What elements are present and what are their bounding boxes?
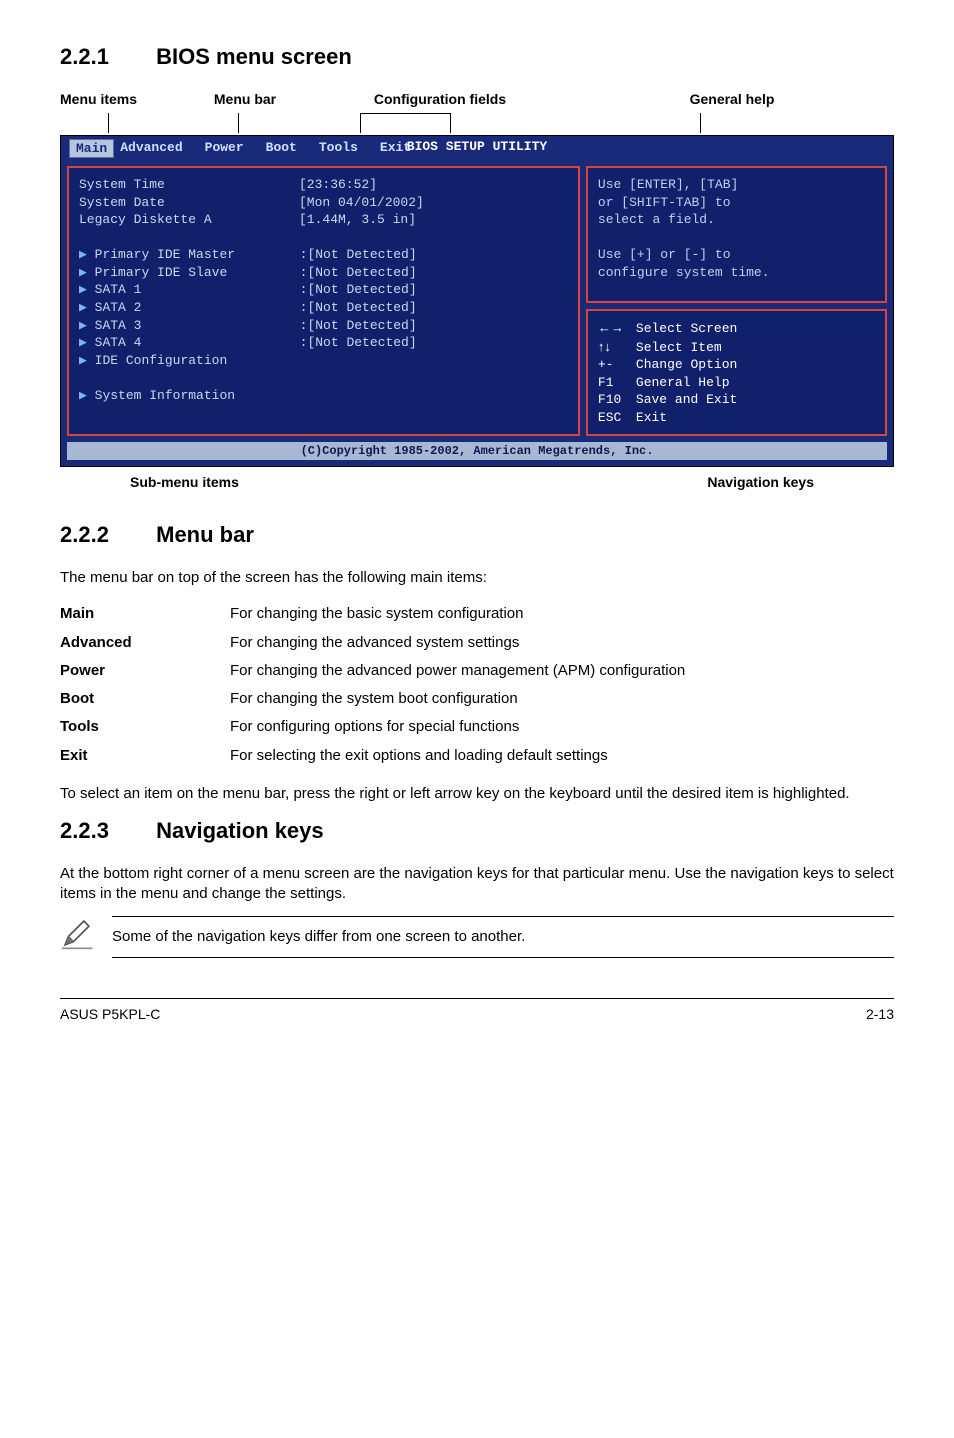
menubar-tail: To select an item on the menu bar, press… [60, 784, 894, 804]
menu-definitions: MainFor changing the basic system config… [60, 600, 894, 770]
row-sata2[interactable]: ▶ SATA 2:[Not Detected] [79, 300, 417, 315]
tab-power[interactable]: Power [199, 139, 260, 159]
section-num: 2.2.1 [60, 42, 150, 72]
bios-nav-panel: ←→Select Screen ↑↓Select Item +-Change O… [586, 309, 887, 436]
table-row: MainFor changing the basic system config… [60, 600, 894, 628]
section-title: BIOS menu screen [156, 44, 352, 69]
tab-boot[interactable]: Boot [260, 139, 313, 159]
row-sysdate[interactable]: System Date[Mon 04/01/2002] [79, 195, 424, 210]
table-row: ToolsFor configuring options for special… [60, 713, 894, 741]
note-row: Some of the navigation keys differ from … [60, 916, 894, 958]
section-2-2-3-heading: 2.2.3 Navigation keys [60, 816, 894, 846]
tab-advanced[interactable]: Advanced [114, 139, 198, 159]
row-pri-master[interactable]: ▶ Primary IDE Master:[Not Detected] [79, 247, 417, 262]
row-sata4[interactable]: ▶ SATA 4:[Not Detected] [79, 335, 417, 350]
row-pri-slave[interactable]: ▶ Primary IDE Slave:[Not Detected] [79, 265, 417, 280]
section-num: 2.2.2 [60, 520, 150, 550]
note-text: Some of the navigation keys differ from … [112, 916, 894, 958]
bios-copyright: (C)Copyright 1985-2002, American Megatre… [67, 442, 887, 460]
tab-exit[interactable]: Exit [374, 139, 427, 159]
navkeys-text: At the bottom right corner of a menu scr… [60, 864, 894, 905]
section-2-2-1-heading: 2.2.1 BIOS menu screen [60, 42, 894, 72]
label-connectors [60, 113, 894, 135]
row-systime[interactable]: System Time[23:36:52] [79, 177, 377, 192]
bios-left-panel: System Time[23:36:52] System Date[Mon 04… [67, 166, 580, 436]
footer-right: 2-13 [866, 1005, 894, 1024]
sub-label-row: Sub-menu items Navigation keys [60, 473, 894, 492]
table-row: ExitFor selecting the exit options and l… [60, 742, 894, 770]
tab-main[interactable]: Main [69, 139, 114, 159]
bios-help-panel: Use [ENTER], [TAB] or [SHIFT-TAB] to sel… [586, 166, 887, 303]
table-row: BootFor changing the system boot configu… [60, 685, 894, 713]
section-title: Menu bar [156, 522, 254, 547]
row-legacy-diskette[interactable]: Legacy Diskette A[1.44M, 3.5 in] [79, 212, 416, 227]
label-config-fields: Configuration fields [310, 90, 570, 109]
table-row: PowerFor changing the advanced power man… [60, 657, 894, 685]
section-num: 2.2.3 [60, 816, 150, 846]
page-footer: ASUS P5KPL-C 2-13 [60, 998, 894, 1024]
label-menu-items: Menu items [60, 90, 180, 109]
pencil-icon [60, 916, 94, 956]
section-2-2-2-heading: 2.2.2 Menu bar [60, 520, 894, 550]
row-ide-config[interactable]: ▶ IDE Configuration [79, 353, 227, 368]
table-row: AdvancedFor changing the advanced system… [60, 629, 894, 657]
label-submenu-items: Sub-menu items [130, 473, 239, 492]
bios-screenshot: BIOS SETUP UTILITY Main Advanced Power B… [60, 135, 894, 468]
row-sata1[interactable]: ▶ SATA 1:[Not Detected] [79, 282, 417, 297]
footer-left: ASUS P5KPL-C [60, 1005, 160, 1024]
menubar-intro: The menu bar on top of the screen has th… [60, 568, 894, 588]
section-title: Navigation keys [156, 818, 324, 843]
tab-tools[interactable]: Tools [313, 139, 374, 159]
label-navigation-keys: Navigation keys [707, 473, 814, 492]
row-sata3[interactable]: ▶ SATA 3:[Not Detected] [79, 318, 417, 333]
row-sysinfo[interactable]: ▶ System Information [79, 388, 235, 403]
label-general-help: General help [570, 90, 894, 109]
label-menu-bar: Menu bar [180, 90, 310, 109]
bios-menubar: BIOS SETUP UTILITY Main Advanced Power B… [61, 136, 893, 164]
top-label-row: Menu items Menu bar Configuration fields… [60, 90, 894, 109]
